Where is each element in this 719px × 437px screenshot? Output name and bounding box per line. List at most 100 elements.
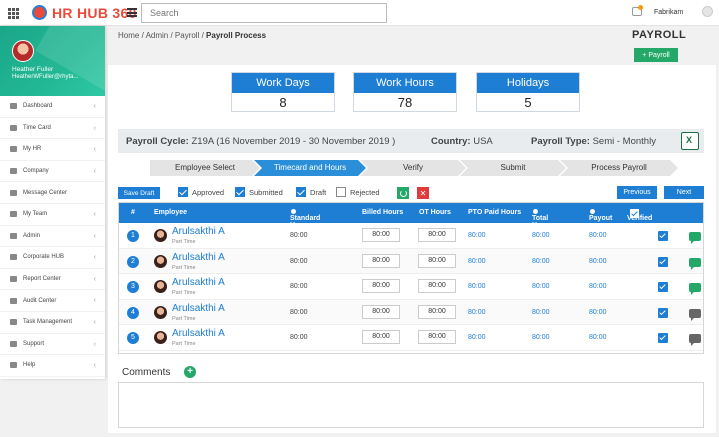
ot-hours-input[interactable]: 80:00	[418, 330, 456, 345]
filter-submitted[interactable]: Submitted	[235, 187, 283, 197]
pto-paid-hours[interactable]: 80:00	[468, 334, 486, 341]
comment-icon[interactable]	[689, 283, 701, 296]
ot-hours-input[interactable]: 80:00	[418, 253, 456, 268]
sidebar-item-report-center[interactable]: Report Center ‹	[0, 269, 105, 291]
checkbox[interactable]	[178, 187, 188, 197]
checkbox[interactable]	[235, 187, 245, 197]
info-icon[interactable]	[533, 209, 538, 214]
filter-draft[interactable]: Draft	[296, 187, 326, 197]
step-timecard-and-hours[interactable]: Timecard and Hours	[254, 160, 366, 176]
employee-name[interactable]: Arulsakthi A	[172, 252, 225, 263]
billed-hours-input[interactable]: 80:00	[362, 304, 400, 319]
comment-icon[interactable]	[689, 257, 701, 270]
filter-rejected[interactable]: Rejected	[336, 187, 380, 197]
tenant-name[interactable]: Fabrikam	[654, 9, 683, 16]
payout[interactable]: 80:00	[589, 258, 607, 265]
sidebar-item-support[interactable]: Support ‹	[0, 334, 105, 356]
filter-approved[interactable]: Approved	[178, 187, 224, 197]
employee-name[interactable]: Arulsakthi A	[172, 277, 225, 288]
pto-paid-hours[interactable]: 80:00	[468, 258, 486, 265]
verify-all-checkbox[interactable]	[630, 209, 639, 218]
employee-name[interactable]: Arulsakthi A	[172, 328, 225, 339]
pto-paid-hours[interactable]: 80:00	[468, 232, 486, 239]
chevron-left-icon: ‹	[93, 232, 96, 240]
user-menu-icon[interactable]	[702, 6, 713, 17]
sidebar-item-label: My Team	[23, 211, 48, 218]
row-number: 4	[127, 306, 139, 319]
standard-hours: 80:00	[290, 257, 308, 265]
checkbox[interactable]	[336, 187, 346, 197]
payroll-table: # Employee Standard Hours Billed Hours O…	[118, 202, 704, 354]
ot-hours-input[interactable]: 80:00	[418, 279, 456, 294]
verified-checkbox[interactable]	[658, 231, 668, 241]
ot-hours-input[interactable]: 80:00	[418, 228, 456, 242]
checkbox[interactable]	[296, 187, 306, 197]
total-hours[interactable]: 80:00	[532, 258, 550, 265]
payout[interactable]: 80:00	[589, 309, 607, 316]
payout[interactable]: 80:00	[589, 334, 607, 341]
billed-hours-input[interactable]: 80:00	[362, 279, 400, 294]
refresh-button[interactable]	[397, 187, 409, 199]
sidebar-item-admin[interactable]: Admin ‹	[0, 226, 105, 248]
company-icon	[10, 168, 17, 175]
sidebar-item-corporate-hub[interactable]: Corporate HUB ‹	[0, 247, 105, 269]
menu-toggle-icon[interactable]	[127, 8, 137, 17]
excel-export-icon[interactable]	[681, 132, 699, 150]
billed-hours-input[interactable]: 80:00	[362, 253, 400, 268]
header-employee[interactable]: Employee	[154, 209, 187, 216]
ot-hours-input[interactable]: 80:00	[418, 304, 456, 319]
info-icon[interactable]	[291, 209, 296, 214]
sidebar-item-time-card[interactable]: Time Card ‹	[0, 118, 105, 140]
save-draft-button[interactable]: Save Draft	[118, 187, 160, 199]
add-payroll-button[interactable]: + Payroll	[634, 48, 678, 62]
profile-email[interactable]: HeatherWFuller@rhyta...	[12, 74, 78, 80]
total-hours[interactable]: 80:00	[532, 309, 550, 316]
step-verify[interactable]: Verify	[360, 160, 466, 176]
avatar[interactable]	[12, 40, 34, 62]
breadcrumb-trail[interactable]: Home / Admin / Payroll /	[118, 31, 206, 40]
total-hours[interactable]: 80:00	[532, 232, 550, 239]
add-comment-button[interactable]: +	[184, 366, 196, 378]
billed-hours-input[interactable]: 80:00	[362, 228, 400, 242]
previous-button[interactable]: Previous	[617, 186, 657, 199]
logo-icon	[32, 5, 47, 20]
employee-name[interactable]: Arulsakthi A	[172, 303, 225, 314]
comment-icon[interactable]	[689, 308, 701, 321]
chevron-left-icon: ‹	[93, 340, 96, 348]
step-process-payroll[interactable]: Process Payroll	[560, 160, 678, 176]
chevron-left-icon: ‹	[93, 210, 96, 218]
apps-grid-icon[interactable]	[8, 8, 19, 19]
sidebar-item-audit-center[interactable]: Audit Center ‹	[0, 290, 105, 312]
verified-checkbox[interactable]	[658, 307, 668, 318]
corporate-hub-icon	[10, 254, 17, 261]
help-icon	[10, 362, 17, 369]
billed-hours-input[interactable]: 80:00	[362, 330, 400, 345]
sidebar-item-company[interactable]: Company ‹	[0, 161, 105, 183]
payout[interactable]: 80:00	[589, 232, 607, 239]
total-hours[interactable]: 80:00	[532, 283, 550, 290]
payout[interactable]: 80:00	[589, 283, 607, 290]
search-input[interactable]	[141, 3, 387, 23]
sidebar-item-my-team[interactable]: My Team ‹	[0, 204, 105, 226]
sidebar-item-task-management[interactable]: Task Management ‹	[0, 312, 105, 334]
sidebar-item-message-center[interactable]: Message Center	[0, 182, 105, 204]
pto-paid-hours[interactable]: 80:00	[468, 283, 486, 290]
reject-button[interactable]: ✕	[417, 187, 429, 199]
comment-icon[interactable]	[689, 334, 701, 347]
comment-icon[interactable]	[689, 232, 701, 244]
info-icon[interactable]	[590, 209, 595, 214]
sidebar-item-help[interactable]: Help ‹	[0, 355, 105, 377]
verified-checkbox[interactable]	[658, 282, 668, 293]
step-submit[interactable]: Submit	[460, 160, 566, 176]
total-hours[interactable]: 80:00	[532, 334, 550, 341]
sidebar-item-dashboard[interactable]: Dashboard ‹	[0, 96, 105, 118]
verified-checkbox[interactable]	[658, 256, 668, 267]
sidebar-item-my-hr[interactable]: My HR ‹	[0, 139, 105, 161]
employee-name[interactable]: Arulsakthi A	[172, 226, 225, 237]
chevron-left-icon: ‹	[93, 103, 96, 110]
next-button[interactable]: Next	[664, 186, 704, 199]
step-employee-select[interactable]: Employee Select	[150, 160, 260, 176]
pto-paid-hours[interactable]: 80:00	[468, 309, 486, 316]
comments-area[interactable]	[118, 382, 704, 428]
verified-checkbox[interactable]	[658, 333, 668, 344]
